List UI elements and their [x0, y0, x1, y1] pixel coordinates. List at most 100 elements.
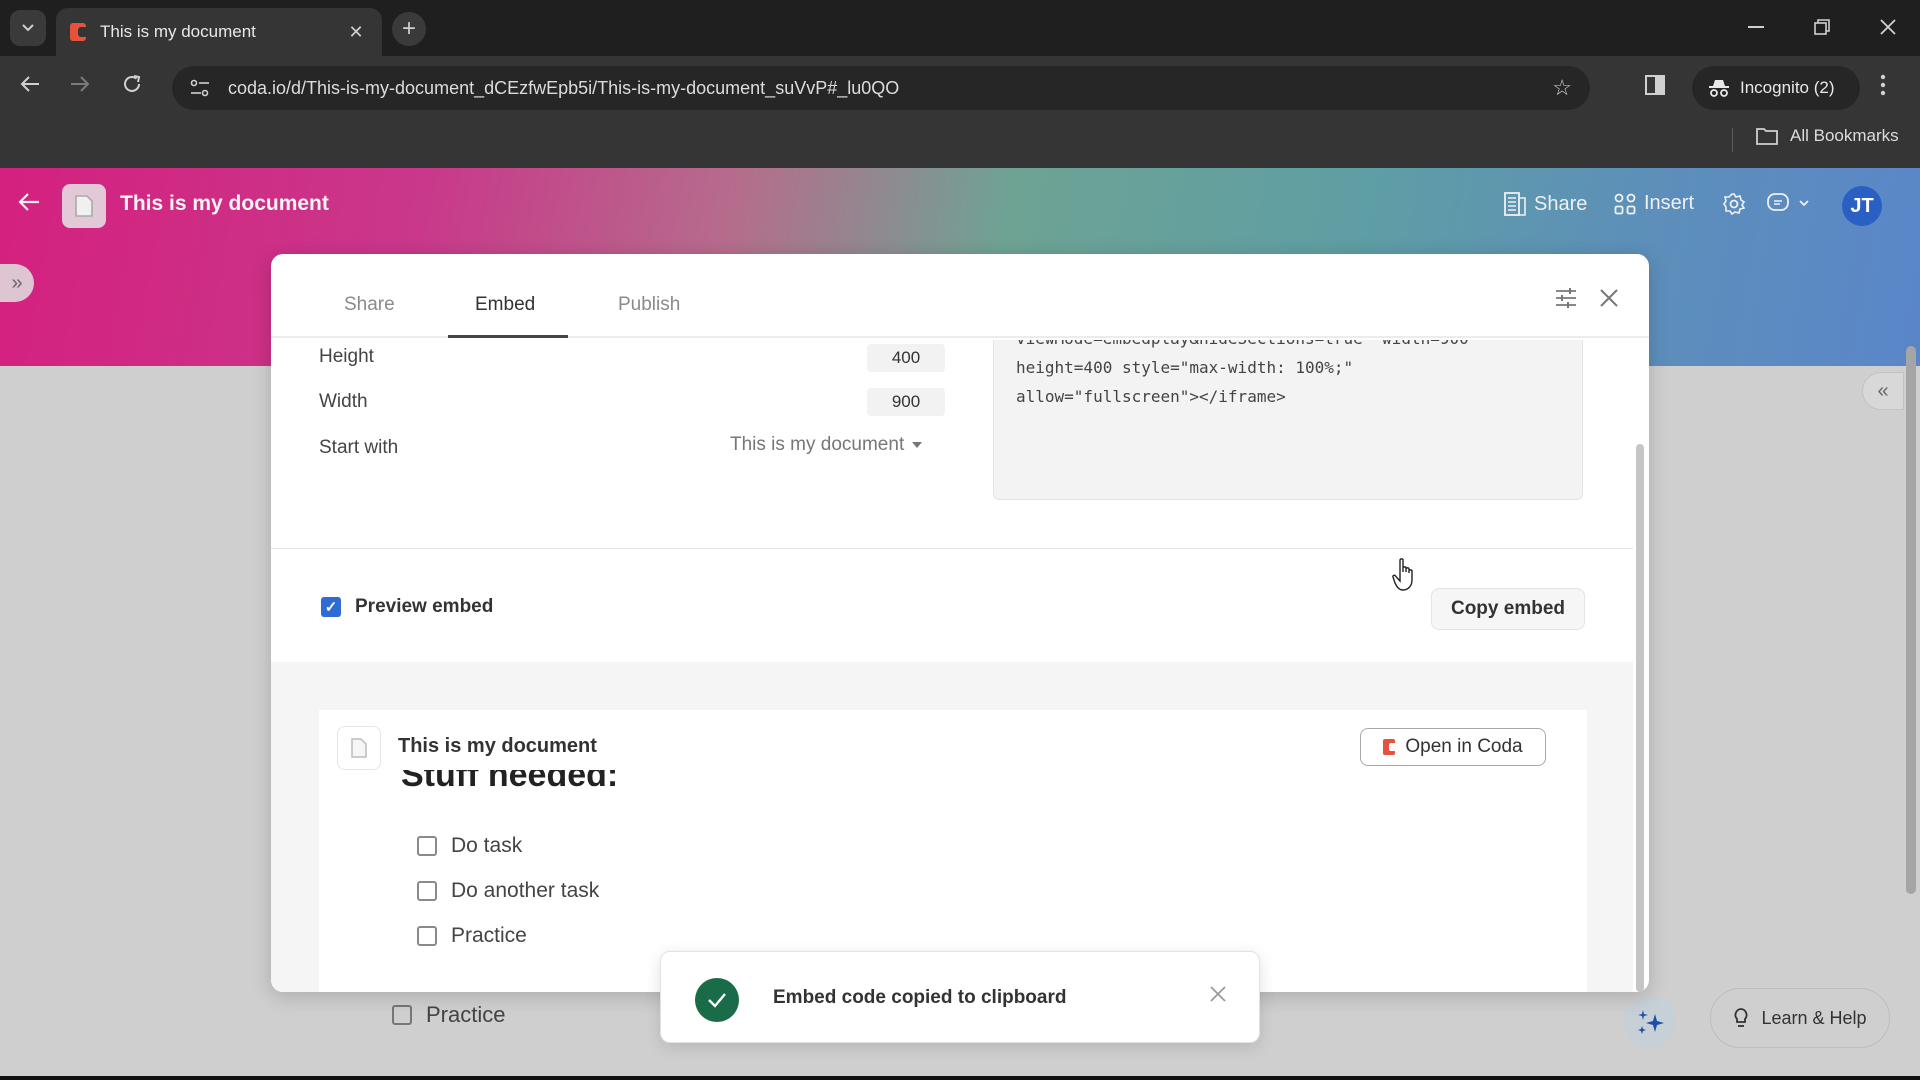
- tab-publish[interactable]: Publish: [618, 294, 680, 316]
- close-icon: [1210, 986, 1226, 1002]
- arrow-right-icon: [71, 76, 90, 92]
- comments-menu-button[interactable]: [1766, 192, 1810, 214]
- embed-options-button[interactable]: [1555, 288, 1579, 312]
- tab-embed[interactable]: Embed: [475, 294, 535, 316]
- start-with-dropdown[interactable]: This is my document: [730, 434, 923, 456]
- copy-embed-button[interactable]: Copy embed: [1431, 588, 1585, 630]
- new-tab-button[interactable]: +: [392, 12, 426, 46]
- minimize-icon: [1748, 26, 1764, 28]
- back-button[interactable]: [12, 66, 48, 102]
- task-label: Do task: [451, 834, 523, 857]
- task-checkbox[interactable]: [417, 836, 437, 856]
- bottom-edge: [0, 1076, 1920, 1080]
- embed-doc-title: This is my document: [398, 735, 597, 757]
- learn-help-button[interactable]: Learn & Help: [1710, 988, 1890, 1048]
- side-panel-button[interactable]: [1644, 74, 1668, 98]
- page-scrollbar[interactable]: [1906, 346, 1916, 894]
- embed-code-box[interactable]: viewMode=embedplay&hideSections=true" wi…: [993, 340, 1583, 500]
- close-icon: [1880, 19, 1896, 35]
- header-share-button[interactable]: Share: [1504, 192, 1587, 216]
- double-chevron-right-icon: »: [11, 271, 23, 294]
- success-check-icon: [695, 978, 739, 1022]
- code-line: height=400 style="max-width: 100%;": [1016, 358, 1354, 377]
- browser-menu-button[interactable]: [1880, 74, 1900, 104]
- sliders-icon: [1556, 288, 1576, 308]
- doc-icon[interactable]: [62, 184, 106, 228]
- header-insert-button[interactable]: Insert: [1614, 192, 1694, 215]
- tab-title: This is my document: [100, 22, 256, 41]
- share-embed-dialog: Share Embed Publish Height 400 Width 900…: [271, 254, 1649, 992]
- side-panel-icon: [1645, 75, 1665, 95]
- insert-label: Insert: [1644, 192, 1695, 214]
- browser-tab[interactable]: This is my document ✕: [56, 8, 382, 56]
- more-vertical-icon: [1880, 74, 1886, 96]
- width-input[interactable]: 900: [867, 388, 945, 416]
- embed-doc-icon: [337, 726, 381, 770]
- embed-section-heading: Stuff needed:: [401, 770, 619, 792]
- arrow-left-icon: [18, 193, 39, 211]
- open-in-coda-button[interactable]: Open in Coda: [1360, 728, 1546, 766]
- collapse-right-panel-button[interactable]: «: [1862, 372, 1904, 410]
- toast-message: Embed code copied to clipboard: [773, 987, 1067, 1008]
- window-close-button[interactable]: [1868, 12, 1908, 42]
- document-icon: [75, 195, 93, 217]
- incognito-icon: [1709, 80, 1729, 97]
- task-label: Practice: [426, 1002, 506, 1027]
- section-divider: [271, 548, 1633, 549]
- code-line: viewMode=embedplay&hideSections=true" wi…: [1016, 340, 1469, 348]
- restore-icon: [1814, 19, 1830, 35]
- user-avatar[interactable]: JT: [1842, 186, 1882, 226]
- learn-help-label: Learn & Help: [1761, 1007, 1867, 1028]
- restore-button[interactable]: [1802, 12, 1842, 42]
- active-tab-indicator: [448, 335, 568, 338]
- minimize-button[interactable]: [1736, 12, 1776, 42]
- site-settings-icon[interactable]: [190, 79, 214, 97]
- incognito-profile-button[interactable]: Incognito (2): [1692, 66, 1860, 110]
- share-doc-icon: [1504, 192, 1526, 216]
- tab-close-icon[interactable]: ✕: [344, 22, 368, 43]
- start-with-label: Start with: [319, 437, 399, 458]
- task-label: Do another task: [451, 879, 600, 902]
- embed-heading-clip: Stuff needed:: [319, 770, 1587, 792]
- toast-notification: Embed code copied to clipboard: [660, 951, 1260, 1043]
- preview-embed-checkbox[interactable]: ✓: [321, 597, 341, 617]
- doc-back-button[interactable]: [18, 192, 46, 220]
- background-task-item: Practice: [392, 1002, 505, 1028]
- dialog-close-button[interactable]: [1595, 284, 1623, 312]
- reload-button[interactable]: [114, 66, 150, 102]
- preview-embed-label: Preview embed: [355, 596, 494, 617]
- tab-search-button[interactable]: [10, 10, 46, 46]
- height-input[interactable]: 400: [867, 344, 945, 372]
- folder-icon: [1756, 128, 1778, 145]
- task-checkbox[interactable]: [417, 926, 437, 946]
- address-bar[interactable]: coda.io/d/This-is-my-document_dCEzfwEpb5…: [172, 66, 1590, 110]
- all-bookmarks-button[interactable]: All Bookmarks: [1756, 126, 1899, 146]
- preview-embed-toggle[interactable]: ✓ Preview embed: [321, 596, 493, 618]
- bookmark-star-icon[interactable]: ☆: [1552, 75, 1572, 101]
- bookmarks-divider: [1732, 128, 1733, 152]
- comment-icon: [1767, 193, 1789, 211]
- close-icon: [1600, 289, 1618, 307]
- task-item: Do task: [417, 834, 522, 858]
- code-line: allow="fullscreen"></iframe>: [1016, 387, 1286, 406]
- tab-share[interactable]: Share: [344, 294, 395, 316]
- double-chevron-left-icon: «: [1877, 379, 1889, 402]
- open-in-coda-label: Open in Coda: [1405, 736, 1523, 757]
- dialog-scrollbar[interactable]: [1636, 444, 1644, 992]
- start-with-value: This is my document: [730, 434, 905, 455]
- doc-title[interactable]: This is my document: [120, 192, 329, 216]
- height-label: Height: [319, 346, 374, 367]
- caret-down-icon: [912, 442, 923, 448]
- chevron-down-icon: [22, 24, 34, 32]
- task-checkbox[interactable]: [417, 881, 437, 901]
- width-label: Width: [319, 391, 368, 412]
- reload-icon: [124, 75, 141, 92]
- toast-close-button[interactable]: [1205, 980, 1231, 1010]
- task-checkbox[interactable]: [392, 1005, 412, 1025]
- all-bookmarks-label: All Bookmarks: [1790, 126, 1899, 145]
- settings-button[interactable]: [1722, 192, 1746, 216]
- coda-ai-button[interactable]: [1624, 996, 1676, 1048]
- lightbulb-icon: [1735, 1008, 1748, 1027]
- hand-pointer-cursor-icon: [1392, 558, 1418, 592]
- forward-button[interactable]: [62, 66, 98, 102]
